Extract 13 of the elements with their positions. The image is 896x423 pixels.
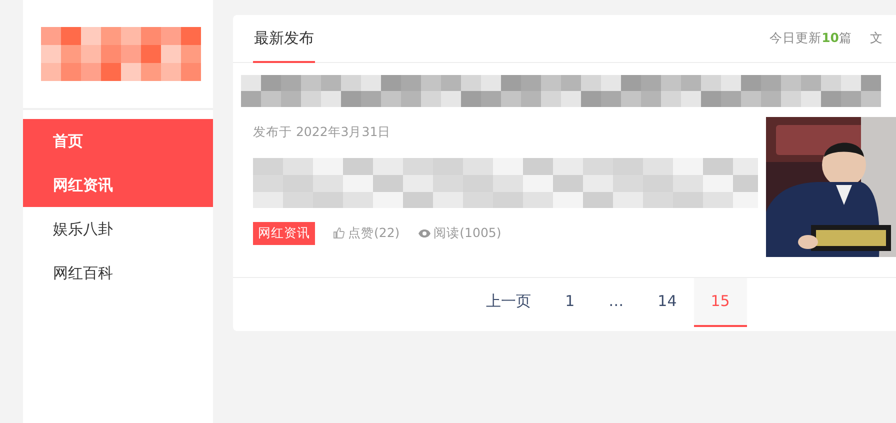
page-link[interactable]: 1 <box>548 278 592 327</box>
publish-date: 发布于 2022年3月31日 <box>253 123 392 141</box>
sidebar-item[interactable]: 娱乐八卦 <box>23 207 213 251</box>
page-link[interactable]: 上一页 <box>469 278 548 327</box>
tab[interactable]: 最新发布 <box>253 15 315 63</box>
header-link[interactable]: 文 <box>870 29 883 48</box>
page-link[interactable]: … <box>592 278 641 327</box>
eye-icon <box>418 228 431 238</box>
thumbs-up-icon <box>333 227 345 240</box>
sidebar-item[interactable]: 网红百科 <box>23 251 213 295</box>
today-update-count: 今日更新10篇 <box>770 29 852 48</box>
view-count: 阅读(1005) <box>418 224 502 242</box>
page-link[interactable]: 14 <box>640 278 694 327</box>
